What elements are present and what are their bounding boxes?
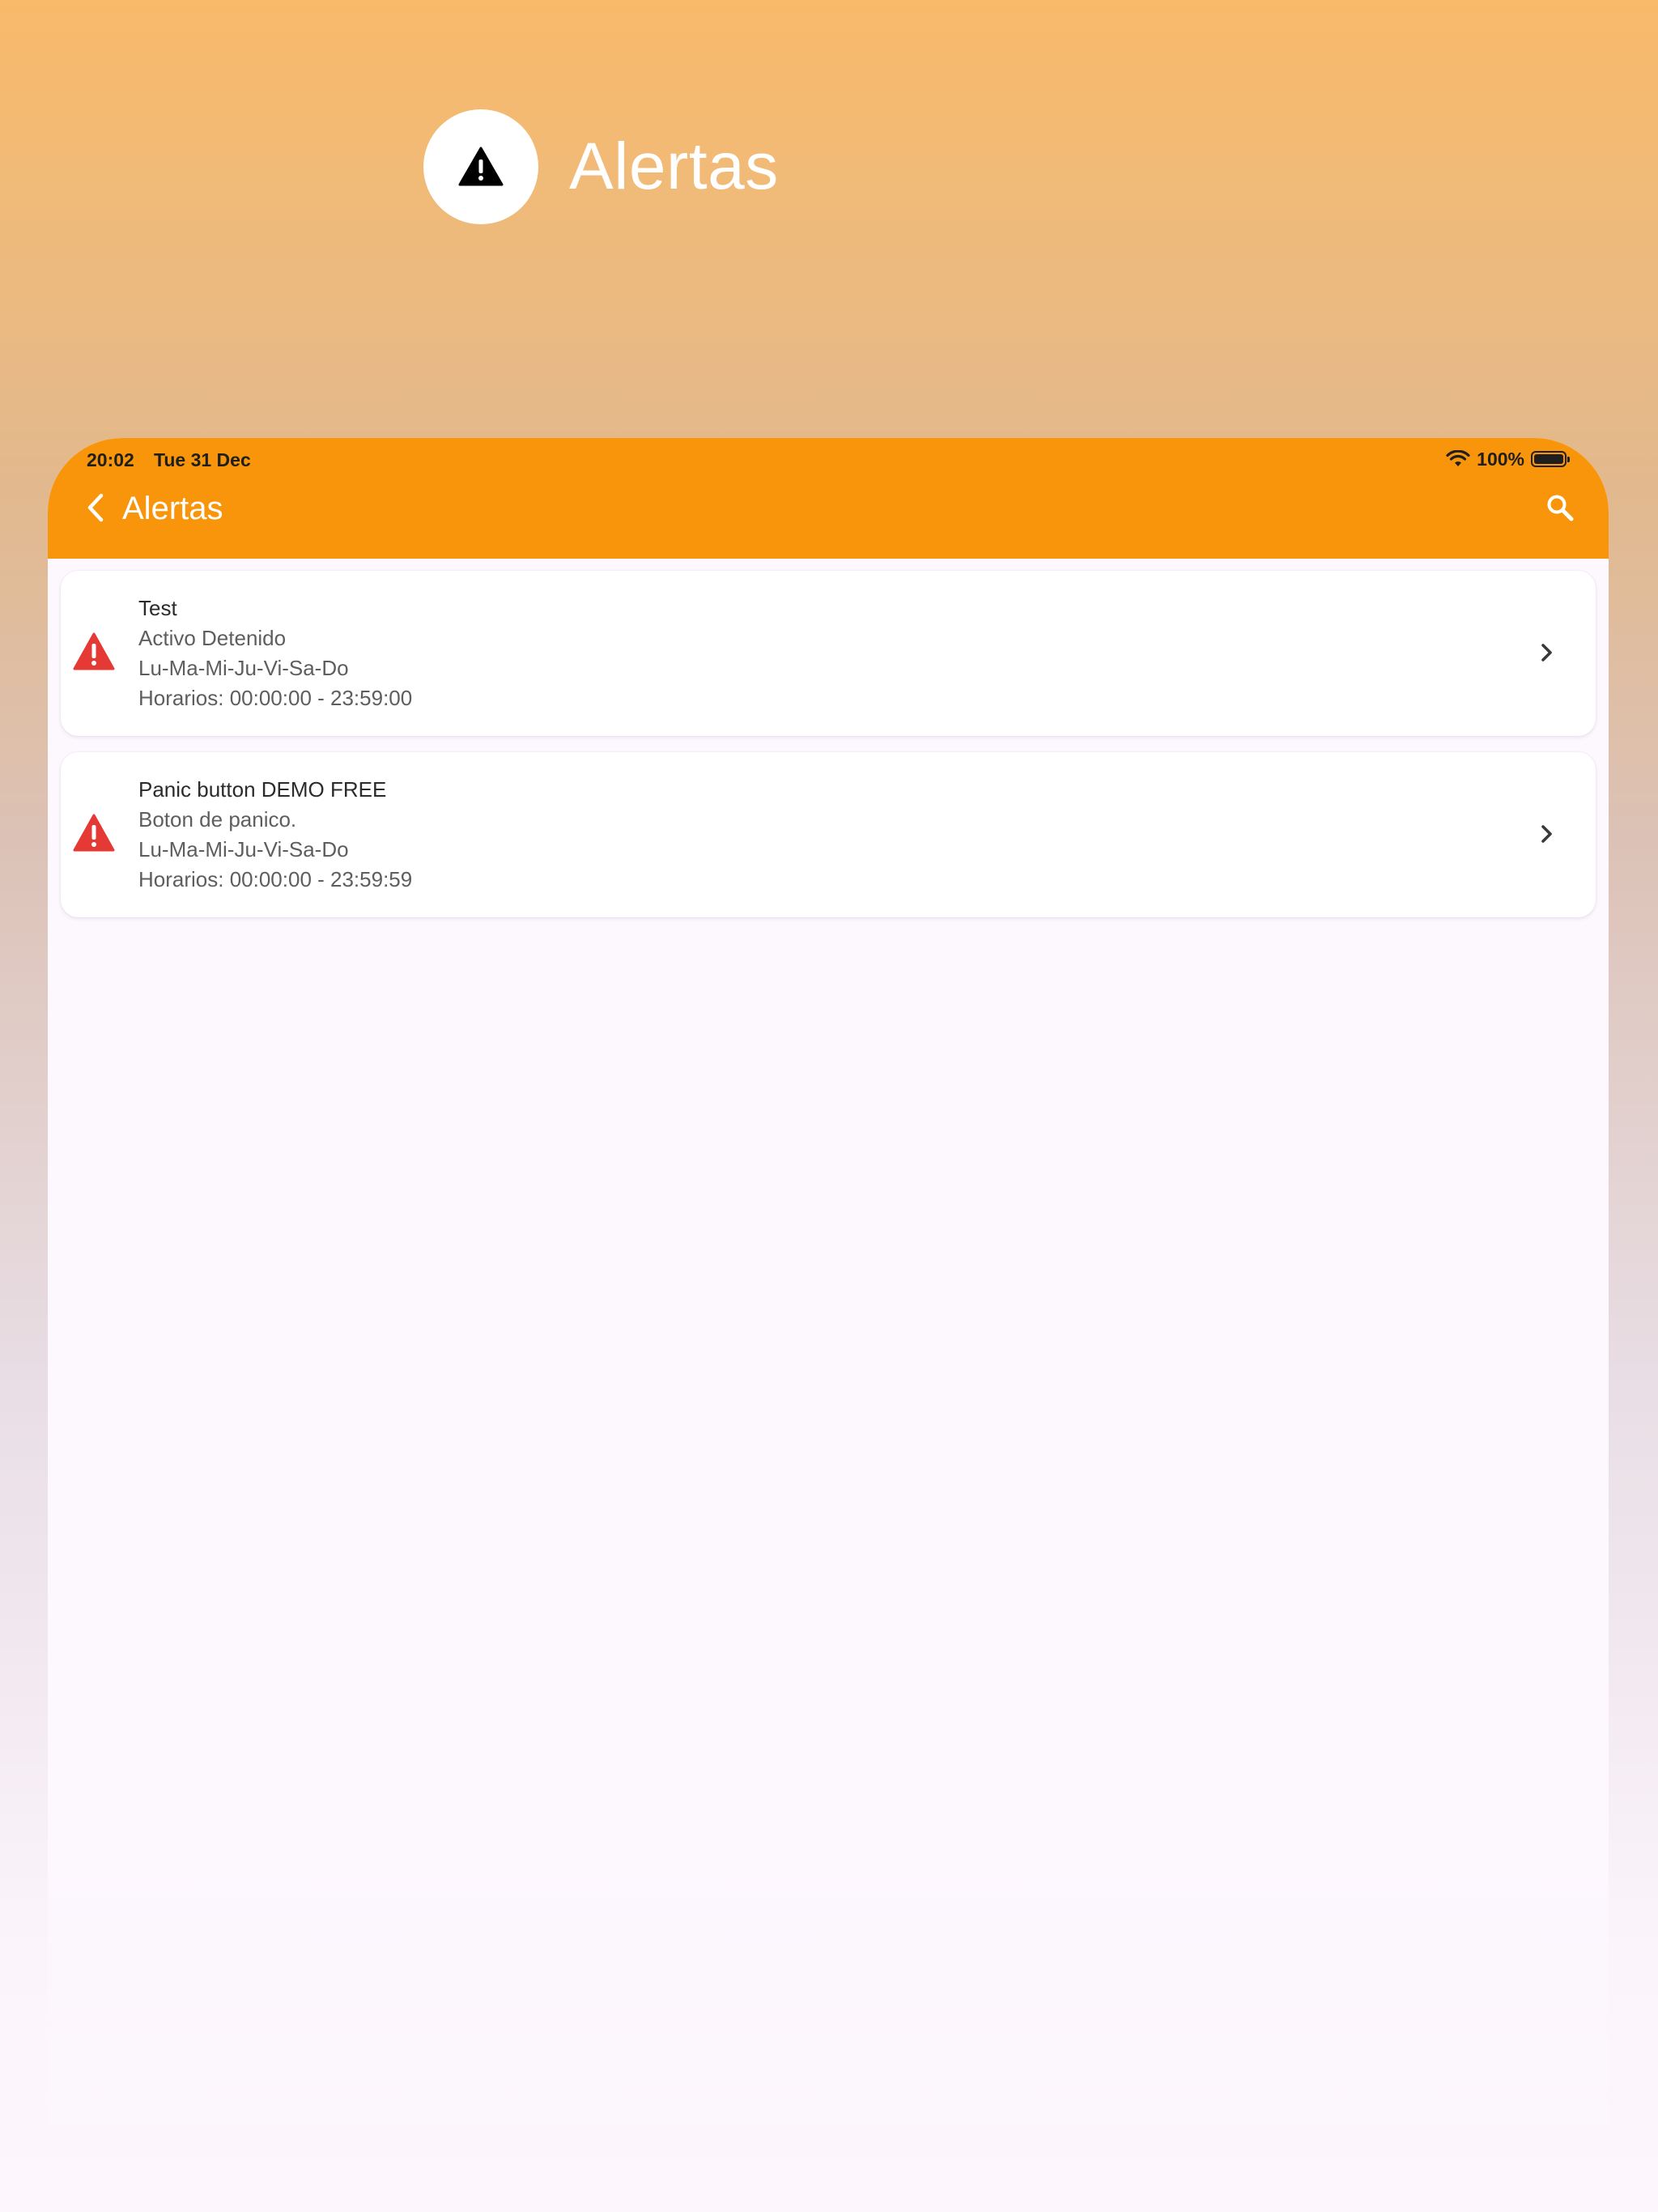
warning-icon [73,814,115,852]
alert-schedule: Horarios: 00:00:00 - 23:59:00 [138,686,413,710]
hero-header: Alertas [0,0,1658,340]
alert-card-text: Test Activo Detenido Lu-Ma-Mi-Ju-Vi-Sa-D… [138,593,412,713]
battery-icon [1531,451,1570,467]
alert-days: Lu-Ma-Mi-Ju-Vi-Sa-Do [138,837,349,861]
alerts-list: Test Activo Detenido Lu-Ma-Mi-Ju-Vi-Sa-D… [61,571,1596,934]
alert-description: Boton de panico. [138,807,297,832]
battery-fill [1534,454,1563,464]
alert-schedule: Horarios: 00:00:00 - 23:59:59 [138,867,413,891]
search-button[interactable] [1536,483,1584,532]
chevron-right-icon [1541,644,1552,661]
alert-description: Activo Detenido [138,626,287,650]
app-bar: 20:02 Tue 31 Dec 100% Alertas [48,438,1609,559]
search-icon [1547,495,1574,521]
wifi-icon [1446,450,1470,466]
hero-title: Alertas [569,130,779,203]
alert-days: Lu-Ma-Mi-Ju-Vi-Sa-Do [138,656,349,680]
battery-percent: 100% [1477,448,1524,470]
back-button[interactable] [72,483,121,532]
battery-cap [1567,457,1570,462]
warning-icon [458,147,504,186]
chevron-left-icon [87,493,104,522]
warning-icon [73,632,115,670]
chevron-right-icon [1541,825,1552,843]
status-indicators: 100% [1446,446,1570,472]
alert-card-text: Panic button DEMO FREE Boton de panico. … [138,775,412,895]
alert-title: Panic button DEMO FREE [138,777,387,802]
hero-badge [423,109,538,224]
status-date: Tue 31 Dec [154,449,251,470]
alert-open-button[interactable] [1534,822,1558,846]
page-title: Alertas [122,491,223,526]
status-time: 20:02 [87,449,134,470]
alert-title: Test [138,596,177,620]
alert-card[interactable]: Test Activo Detenido Lu-Ma-Mi-Ju-Vi-Sa-D… [61,571,1596,736]
device-screen: 20:02 Tue 31 Dec 100% Alertas Test Activ… [48,438,1609,2212]
alert-open-button[interactable] [1534,640,1558,665]
alert-card[interactable]: Panic button DEMO FREE Boton de panico. … [61,752,1596,917]
